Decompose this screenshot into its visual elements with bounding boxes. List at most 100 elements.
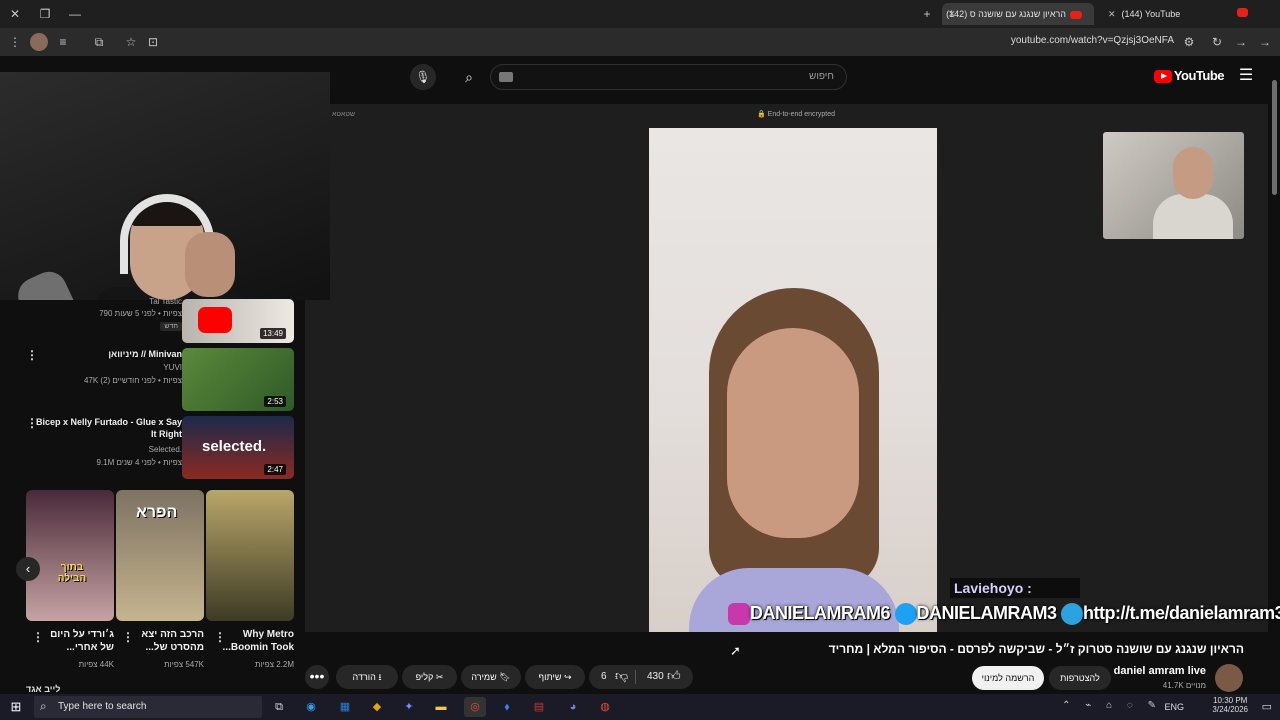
list-item[interactable]: ⋮ מיניוואן // Minivan YUVI 47K צפיות • ל… — [0, 346, 300, 412]
app-icon[interactable]: ◆ — [366, 697, 388, 717]
site-settings-icon[interactable]: ⚙ — [1180, 33, 1198, 51]
copilot-icon[interactable]: ✦ — [398, 697, 420, 717]
dislike-count[interactable]: 6 — [601, 671, 607, 682]
short-title[interactable]: הרכב הזה יצא מהסרט של... — [124, 628, 204, 654]
subscribe-button[interactable]: הרשמה למינוי — [972, 666, 1044, 690]
host-body-shape — [1153, 194, 1233, 239]
host-head-shape — [1173, 147, 1213, 199]
like-count[interactable]: 430 — [647, 671, 664, 682]
search-input[interactable]: חיפוש — [490, 64, 847, 90]
item-channel[interactable]: YUVI — [12, 363, 182, 372]
tab-inactive[interactable]: ✕ (144) YouTube — [1100, 3, 1250, 25]
new-tab-icon[interactable]: + — [916, 3, 938, 25]
chrome-icon[interactable]: ◎ — [464, 697, 486, 717]
taskbar-search-input[interactable]: ⌕ Type here to search — [34, 696, 262, 718]
windows-start-icon[interactable]: ⊞ — [8, 699, 24, 715]
video-duration: 13:49 — [259, 328, 286, 339]
hamburger-menu-icon[interactable]: ☰ — [1236, 66, 1256, 86]
windows-taskbar: ⊞ ⌕ Type here to search ⧉ ◉ ▦ ◆ ✦ ▬ ◎ ⬧ … — [0, 694, 1280, 720]
channel-avatar[interactable] — [1215, 664, 1243, 692]
clock-date: 3/24/2026 — [1212, 705, 1248, 714]
browser-tab-bar: ✕ ❐ — + ✕ הראיון שנגנג עם שושנה ס (142) ✕… — [0, 0, 1280, 28]
profile-avatar[interactable] — [30, 33, 48, 51]
forward-icon[interactable]: → — [1232, 33, 1250, 51]
task-view-icon[interactable]: ⧉ — [268, 697, 290, 717]
keyboard-icon[interactable] — [499, 72, 513, 82]
extensions-icon[interactable]: ⧉ — [90, 33, 108, 51]
close-tab-icon[interactable]: ✕ — [1108, 9, 1116, 19]
minimize-window-icon[interactable]: — — [64, 3, 86, 25]
voice-search-icon[interactable]: 🎙 — [410, 64, 436, 90]
short-views: 2.2M צפיות — [255, 660, 294, 669]
item-channel[interactable]: Selected. — [12, 445, 182, 454]
overlay-label: שטאטא — [332, 111, 356, 118]
list-item[interactable]: Tal Tastic 790 צפיות • לפני 5 שעות חדש 1… — [0, 296, 300, 346]
item-title[interactable]: מיניוואן // Minivan — [32, 348, 182, 360]
short-thumbnail[interactable] — [206, 490, 294, 621]
address-bar-url[interactable]: youtube.com/watch?v=Qzjsj3OeNFA — [1011, 35, 1174, 46]
store-icon[interactable]: ▦ — [334, 697, 356, 717]
instagram-icon — [728, 603, 750, 626]
close-tab-icon[interactable]: ✕ — [948, 3, 956, 25]
close-window-icon[interactable]: ✕ — [4, 3, 26, 25]
tab-title: הראיון שנגנג עם שושנה ס (142) — [946, 9, 1066, 19]
bookmark-star-icon[interactable]: ☆ — [122, 33, 140, 51]
more-options-icon[interactable]: ⋮ — [32, 630, 44, 644]
search-icon[interactable]: ⌕ — [455, 64, 483, 90]
thumbs-up-icon[interactable]: 👍︎ — [667, 668, 681, 684]
taskbar-search-placeholder: Type here to search — [58, 701, 147, 712]
tab-title: (144) YouTube — [1121, 9, 1181, 19]
reload-icon[interactable]: ↻ — [1208, 33, 1226, 51]
thumbnail-text: selected. — [202, 438, 267, 455]
channel-name[interactable]: daniel amram live — [1114, 665, 1206, 677]
host-webcam — [1103, 132, 1244, 239]
face-shape — [727, 328, 859, 538]
edge-icon[interactable]: ◉ — [300, 697, 322, 717]
restore-window-icon[interactable]: ❐ — [34, 3, 56, 25]
item-title[interactable]: Bicep x Nelly Furtado - Glue x Say It Ri… — [32, 416, 182, 440]
chevron-left-icon[interactable]: ‹ — [16, 557, 40, 581]
app-icon[interactable]: ⬧ — [496, 697, 518, 717]
thumbs-down-icon[interactable]: 👎︎ — [615, 668, 628, 684]
video-duration: 2:47 — [264, 464, 286, 475]
short-thumbnail[interactable]: בתוך הבילה — [26, 490, 114, 621]
menu-dots-icon[interactable]: ⋮ — [6, 33, 24, 51]
tab-active[interactable]: ✕ הראיון שנגנג עם שושנה ס (142) — [942, 3, 1094, 25]
clip-button[interactable]: קליפ ✂ — [402, 665, 457, 689]
file-explorer-icon[interactable]: ▬ — [430, 697, 452, 717]
twitter-icon — [894, 603, 917, 626]
short-thumbnail[interactable]: הפרא — [116, 490, 204, 621]
more-options-icon[interactable]: ⋮ — [122, 630, 134, 644]
reading-list-icon[interactable]: ≡ — [54, 33, 72, 51]
youtube-play-icon — [1153, 70, 1172, 84]
divider — [635, 670, 636, 684]
list-item[interactable]: ⋮ Bicep x Nelly Furtado - Glue x Say It … — [0, 414, 300, 480]
video-thumbnail[interactable]: 13:49 — [182, 299, 294, 343]
winrar-icon[interactable]: ▤ — [528, 697, 550, 717]
back-icon[interactable]: → — [1256, 33, 1274, 51]
more-actions-button[interactable]: ••• — [305, 665, 329, 689]
join-button[interactable]: להצטרפות — [1049, 666, 1111, 690]
next-item-preview[interactable]: לייב אגד — [26, 684, 60, 694]
notifications-icon[interactable]: ▭ — [1262, 700, 1272, 713]
search-icon: ⌕ — [40, 699, 47, 713]
logo-text: YouTube — [1173, 68, 1225, 83]
save-button[interactable]: שמירה 🔖︎ — [461, 665, 521, 689]
thumbnail-text: בתוך הבילה — [57, 562, 87, 584]
download-button[interactable]: הורדה ⭳ — [336, 665, 398, 689]
system-tray-icons[interactable]: ⌃ ⌁ ⌂ ◌ ✎ — [1062, 700, 1162, 711]
language-indicator[interactable]: ENG — [1164, 702, 1184, 712]
youtube-logo[interactable]: YouTube — [1153, 68, 1225, 84]
short-title[interactable]: Why Metro Boomin Took... — [214, 628, 294, 654]
video-thumbnail[interactable]: 2:53 — [182, 348, 294, 411]
share-button[interactable]: שיתוף ↪ — [525, 665, 585, 689]
obs-icon[interactable]: ◍ — [594, 697, 616, 717]
more-options-icon[interactable]: ⋮ — [214, 630, 226, 644]
telegram-icon — [1061, 603, 1084, 626]
mouse-cursor-icon: ➚ — [730, 643, 741, 658]
scrollbar-thumb[interactable] — [1272, 80, 1277, 195]
screenshot-icon[interactable]: ⊡ — [144, 33, 162, 51]
short-title[interactable]: ג׳ורדי על היום של אחרי... — [34, 628, 114, 654]
video-thumbnail[interactable]: selected. 2:47 — [182, 416, 294, 479]
discord-icon[interactable]: ◕ — [562, 697, 584, 717]
